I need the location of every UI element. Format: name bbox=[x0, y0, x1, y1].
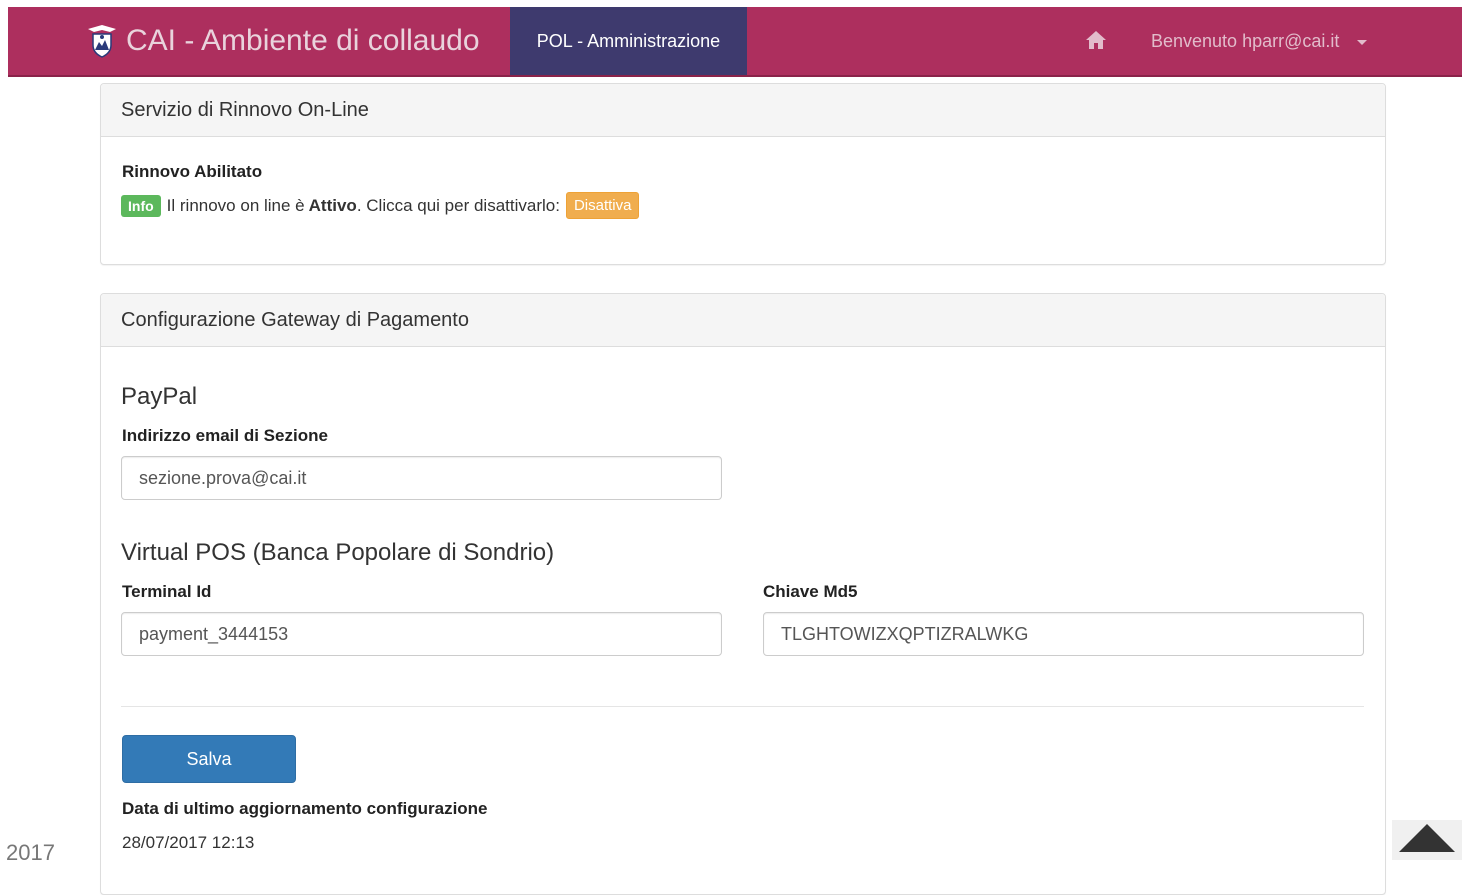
brand-title: CAI - Ambiente di collaudo bbox=[126, 24, 480, 57]
renewal-text-after: . Clicca qui per disattivarlo: bbox=[356, 195, 560, 215]
nav-item-pol-amministrazione[interactable]: POL - Amministrazione bbox=[510, 7, 747, 75]
deactivate-button[interactable]: Disattiva bbox=[565, 192, 640, 219]
cai-logo-icon bbox=[88, 25, 116, 58]
footer-year: 2017 bbox=[6, 840, 55, 865]
renewal-status-heading: Rinnovo Abilitato bbox=[122, 162, 263, 181]
renewal-status-word: Attivo bbox=[308, 195, 357, 215]
user-menu[interactable]: Benvenuto hparr@cai.it bbox=[1151, 7, 1368, 75]
top-navbar: CAI - Ambiente di collaudo POL - Amminis… bbox=[8, 7, 1462, 77]
renewal-info-line: Info Il rinnovo on line è Attivo. Clicca… bbox=[121, 192, 640, 219]
home-icon[interactable] bbox=[1085, 30, 1107, 50]
arrow-up-icon bbox=[1399, 824, 1455, 852]
paypal-heading: PayPal bbox=[121, 383, 198, 410]
renewal-panel: Servizio di Rinnovo On-Line Rinnovo Abil… bbox=[100, 83, 1386, 265]
md5-key-label: Chiave Md5 bbox=[763, 582, 858, 601]
info-badge: Info bbox=[121, 194, 161, 217]
brand[interactable]: CAI - Ambiente di collaudo bbox=[86, 7, 480, 75]
virtual-pos-heading: Virtual POS (Banca Popolare di Sondrio) bbox=[121, 539, 555, 566]
md5-key-input[interactable] bbox=[763, 612, 1364, 656]
last-update-label: Data di ultimo aggiornamento configurazi… bbox=[122, 799, 488, 818]
chevron-down-icon bbox=[1357, 39, 1368, 45]
paypal-email-label: Indirizzo email di Sezione bbox=[122, 426, 328, 445]
terminal-id-label: Terminal Id bbox=[122, 582, 212, 601]
scroll-to-top-button[interactable] bbox=[1392, 820, 1462, 860]
paypal-email-input[interactable] bbox=[121, 456, 722, 500]
gateway-panel-title: Configurazione Gateway di Pagamento bbox=[101, 294, 1385, 347]
gateway-panel: Configurazione Gateway di Pagamento PayP… bbox=[100, 293, 1386, 895]
terminal-id-input[interactable] bbox=[121, 612, 722, 656]
user-greeting: Benvenuto hparr@cai.it bbox=[1151, 30, 1340, 51]
save-button[interactable]: Salva bbox=[122, 735, 296, 783]
last-update-value: 28/07/2017 12:13 bbox=[122, 833, 255, 852]
renewal-panel-title: Servizio di Rinnovo On-Line bbox=[101, 84, 1385, 137]
renewal-text-before: Il rinnovo on line è bbox=[166, 195, 305, 215]
divider bbox=[121, 706, 1364, 707]
